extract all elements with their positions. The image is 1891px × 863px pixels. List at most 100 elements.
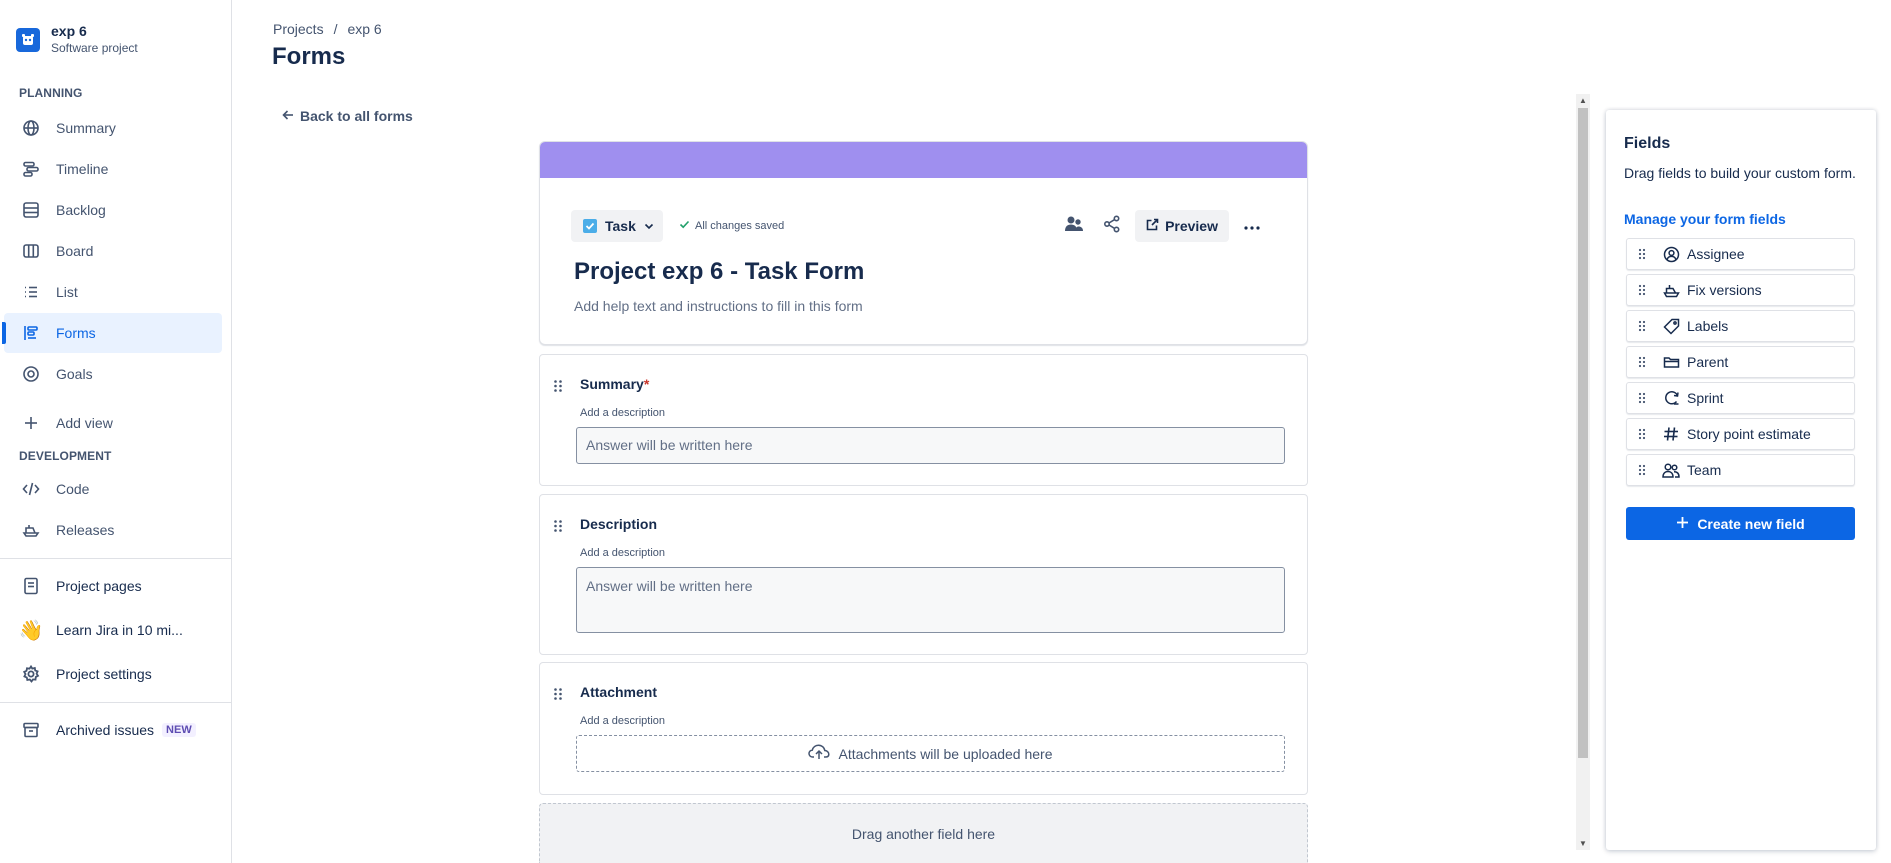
field-item-label: Team [1687,462,1722,478]
issue-type-dropdown[interactable]: Task [571,210,663,242]
goals-icon [19,362,43,386]
sidebar-item-label: Releases [56,522,115,538]
back-to-forms-link[interactable]: Back to all forms [282,108,413,124]
field-item-parent[interactable]: Parent [1626,346,1855,378]
person-icon [1662,245,1680,263]
cloud-upload-icon [808,744,831,763]
sidebar-item-board[interactable]: Board [4,231,222,271]
page-icon [19,574,43,598]
field-description[interactable]: Add a description [580,407,665,419]
description-answer-input[interactable]: Answer will be written here [576,567,1285,633]
plus-icon [19,411,43,435]
back-link-label: Back to all forms [300,108,413,124]
form-scrollbar[interactable]: ▲ ▼ [1576,94,1590,850]
plus-icon [1676,516,1689,532]
breadcrumb-projects[interactable]: Projects [273,21,324,37]
sidebar-item-label: Project pages [56,578,142,594]
preview-button[interactable]: Preview [1135,210,1229,242]
sidebar-item-label: Learn Jira in 10 mi... [56,622,183,638]
sidebar-item-list[interactable]: List [4,272,222,312]
scroll-down-arrow-icon[interactable]: ▼ [1579,839,1587,848]
project-header[interactable]: exp 6 Software project [16,22,138,56]
board-icon [19,239,43,263]
planning-section-label: PLANNING [19,86,83,100]
sidebar-item-forms[interactable]: Forms [2,313,222,353]
project-name: exp 6 [51,23,87,39]
sidebar-divider [0,558,232,559]
field-item-team[interactable]: Team [1626,454,1855,486]
sidebar-item-backlog[interactable]: Backlog [4,190,222,230]
sidebar-item-code[interactable]: Code [4,469,222,509]
field-label: Attachment [580,684,658,700]
field-item-label: Fix versions [1687,282,1762,298]
form-field-attachment[interactable]: Attachment Add a description Attachments… [539,662,1308,795]
form-field-summary[interactable]: Summary* Add a description Answer will b… [539,354,1308,486]
more-icon [1244,217,1260,235]
people-button[interactable] [1059,210,1089,242]
manage-form-fields-link[interactable]: Manage your form fields [1624,211,1786,227]
sidebar-item-project-settings[interactable]: Project settings [4,654,222,694]
sidebar-item-project-pages[interactable]: Project pages [4,566,222,606]
field-item-fix-versions[interactable]: Fix versions [1626,274,1855,306]
fields-panel-description: Drag fields to build your custom form. [1624,165,1856,181]
timeline-icon [19,157,43,181]
field-item-story-point-estimate[interactable]: Story point estimate [1626,418,1855,450]
attachment-placeholder: Attachments will be uploaded here [838,745,1053,762]
field-item-labels[interactable]: Labels [1626,310,1855,342]
breadcrumb-project[interactable]: exp 6 [347,21,381,37]
sidebar-item-summary[interactable]: Summary [4,108,222,148]
check-icon [679,219,690,233]
create-new-field-button[interactable]: Create new field [1626,507,1855,540]
drag-field-dropzone[interactable]: Drag another field here [539,803,1308,863]
field-item-assignee[interactable]: Assignee [1626,238,1855,270]
fields-panel-title: Fields [1624,135,1671,152]
sidebar-item-label: Timeline [56,161,109,177]
add-view-button[interactable]: Add view [4,403,222,443]
waving-hand-icon: 👋 [18,619,44,642]
form-title[interactable]: Project exp 6 - Task Form [574,258,864,286]
sidebar-item-label: Board [56,243,94,259]
form-banner[interactable] [540,142,1307,178]
create-new-field-label: Create new field [1697,515,1805,532]
form-field-description[interactable]: Description Add a description Answer wil… [539,494,1308,655]
sidebar-item-learn-jira[interactable]: 👋 Learn Jira in 10 mi... [4,610,222,650]
drag-handle-icon[interactable] [552,379,564,393]
forms-icon [19,321,43,345]
sidebar-item-releases[interactable]: Releases [4,510,222,550]
sidebar-item-archived-issues[interactable]: Archived issues NEW [4,710,222,750]
attachment-dropzone[interactable]: Attachments will be uploaded here [576,735,1285,772]
more-actions-button[interactable] [1237,210,1267,242]
field-item-label: Story point estimate [1687,426,1811,442]
sidebar-item-timeline[interactable]: Timeline [4,149,222,189]
drag-handle-icon[interactable] [552,519,564,533]
scroll-up-arrow-icon[interactable]: ▲ [1579,96,1587,105]
field-description[interactable]: Add a description [580,715,665,727]
backlog-icon [19,198,43,222]
drag-handle-icon [1637,284,1649,296]
new-badge: NEW [162,723,196,737]
drag-handle-icon [1637,248,1649,260]
field-label-text: Summary [580,376,644,392]
breadcrumb: Projects / exp 6 [273,21,382,37]
save-status: All changes saved [679,219,784,233]
drag-handle-icon [1637,428,1649,440]
field-description[interactable]: Add a description [580,547,665,559]
drag-handle-icon [1637,320,1649,332]
sidebar-item-goals[interactable]: Goals [4,354,222,394]
drag-handle-icon [1637,392,1649,404]
task-checkbox-icon [583,219,597,233]
sprint-icon [1662,389,1680,407]
share-button[interactable] [1097,210,1127,242]
drag-handle-icon [1637,464,1649,476]
form-help-text[interactable]: Add help text and instructions to fill i… [574,298,863,314]
sidebar-item-label: Code [56,481,90,497]
sidebar-item-label: Backlog [56,202,106,218]
scrollbar-thumb[interactable] [1578,108,1588,758]
field-label: Summary* [580,376,649,392]
field-item-sprint[interactable]: Sprint [1626,382,1855,414]
tag-icon [1662,317,1680,335]
summary-answer-input[interactable]: Answer will be written here [576,427,1285,464]
share-icon [1103,214,1121,238]
issue-type-label: Task [605,218,636,234]
drag-handle-icon[interactable] [552,687,564,701]
